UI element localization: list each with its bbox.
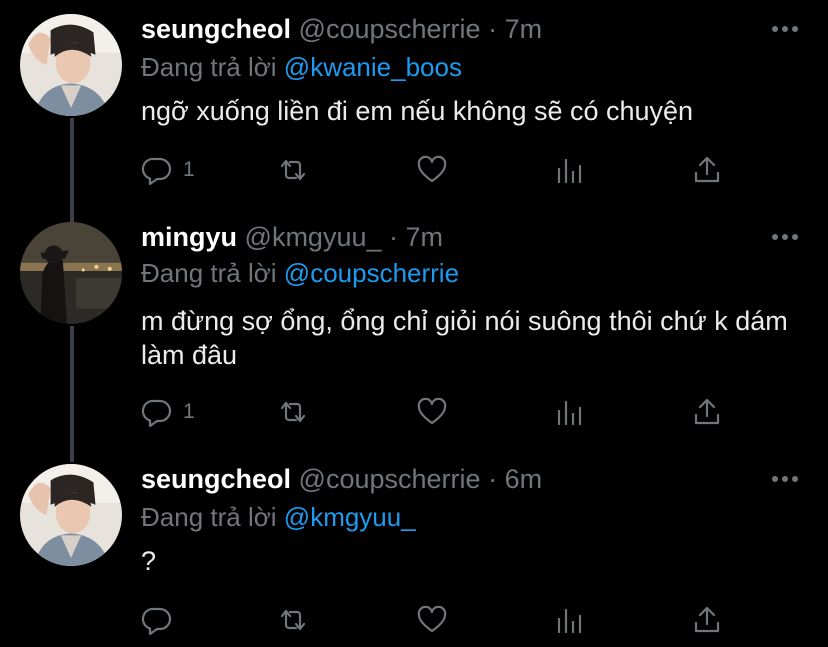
analytics-button[interactable] — [554, 152, 586, 188]
action-bar — [141, 602, 741, 638]
mention-link[interactable]: @kmgyuu_ — [284, 502, 416, 532]
analytics-icon — [557, 158, 582, 184]
display-name[interactable]: seungcheol — [141, 464, 291, 494]
retweet-button[interactable] — [277, 602, 309, 638]
tweet-text: ? — [141, 546, 157, 576]
separator: · — [488, 14, 498, 44]
share-icon — [694, 156, 720, 183]
user-handle[interactable]: @coupscherrie — [299, 464, 481, 494]
display-name[interactable]: seungcheol — [141, 14, 291, 44]
like-button[interactable] — [416, 152, 448, 188]
retweet-button[interactable] — [277, 394, 309, 430]
action-bar: 1 — [141, 152, 741, 188]
share-button[interactable] — [691, 394, 723, 430]
mingyu-avatar-image — [20, 222, 122, 324]
reply-prefix: Đang trả lời — [141, 502, 277, 532]
avatar[interactable] — [20, 222, 122, 324]
avatar[interactable] — [20, 464, 122, 566]
more-icon[interactable] — [772, 24, 798, 34]
retweet-icon — [280, 609, 306, 631]
retweet-icon — [280, 159, 306, 181]
replying-to: Đang trả lời @kmgyuu_ — [141, 502, 416, 533]
reply-prefix: Đang trả lời — [141, 258, 277, 288]
replying-to: Đang trả lời @coupscherrie — [141, 258, 459, 289]
separator: · — [488, 464, 498, 494]
like-icon — [417, 397, 447, 425]
reply-button[interactable]: 1 — [141, 394, 195, 430]
tweet-text: m đừng sợ ổng, ổng chỉ giỏi nói suông th… — [141, 306, 788, 370]
share-icon — [694, 398, 720, 425]
reply-button[interactable] — [141, 602, 183, 638]
timestamp[interactable]: 6m — [505, 464, 543, 494]
retweet-button[interactable] — [277, 152, 309, 188]
reply-icon — [141, 607, 172, 636]
action-bar: 1 — [141, 394, 741, 430]
retweet-icon — [280, 401, 306, 423]
replying-to: Đang trả lời @kwanie_boos — [141, 52, 462, 83]
reply-prefix: Đang trả lời — [141, 52, 277, 82]
separator: · — [389, 222, 399, 252]
like-icon — [417, 605, 447, 633]
reply-button[interactable]: 1 — [141, 152, 195, 188]
timestamp[interactable]: 7m — [505, 14, 543, 44]
analytics-button[interactable] — [554, 394, 586, 430]
reply-icon — [141, 157, 172, 186]
analytics-button[interactable] — [554, 602, 586, 638]
like-icon — [417, 155, 447, 183]
seungcheol-avatar-image — [20, 464, 122, 566]
user-handle[interactable]: @kmgyuu_ — [245, 222, 382, 252]
timestamp[interactable]: 7m — [406, 222, 444, 252]
user-handle[interactable]: @coupscherrie — [299, 14, 481, 44]
tweet[interactable]: mingyu @kmgyuu_ · 7m Đang trả lời @coups… — [0, 208, 828, 450]
share-icon — [694, 606, 720, 633]
tweet-text: ngỡ xuống liền đi em nếu không sẽ có chu… — [141, 96, 694, 126]
share-button[interactable] — [691, 152, 723, 188]
share-button[interactable] — [691, 602, 723, 638]
mention-link[interactable]: @coupscherrie — [284, 258, 459, 288]
more-icon[interactable] — [772, 474, 798, 484]
reply-icon — [141, 399, 172, 428]
reply-count: 1 — [183, 400, 195, 423]
like-button[interactable] — [416, 602, 448, 638]
avatar[interactable] — [20, 14, 122, 116]
mention-link[interactable]: @kwanie_boos — [284, 52, 462, 82]
analytics-icon — [557, 400, 582, 426]
seungcheol-avatar-image — [20, 14, 122, 116]
reply-count: 1 — [183, 158, 195, 181]
display-name[interactable]: mingyu — [141, 222, 237, 252]
like-button[interactable] — [416, 394, 448, 430]
analytics-icon — [557, 608, 582, 634]
tweet[interactable]: seungcheol @coupscherrie · 6m Đang trả l… — [0, 450, 828, 647]
more-icon[interactable] — [772, 232, 798, 242]
tweet[interactable]: seungcheol @coupscherrie · 7m Đang trả l… — [0, 0, 828, 206]
